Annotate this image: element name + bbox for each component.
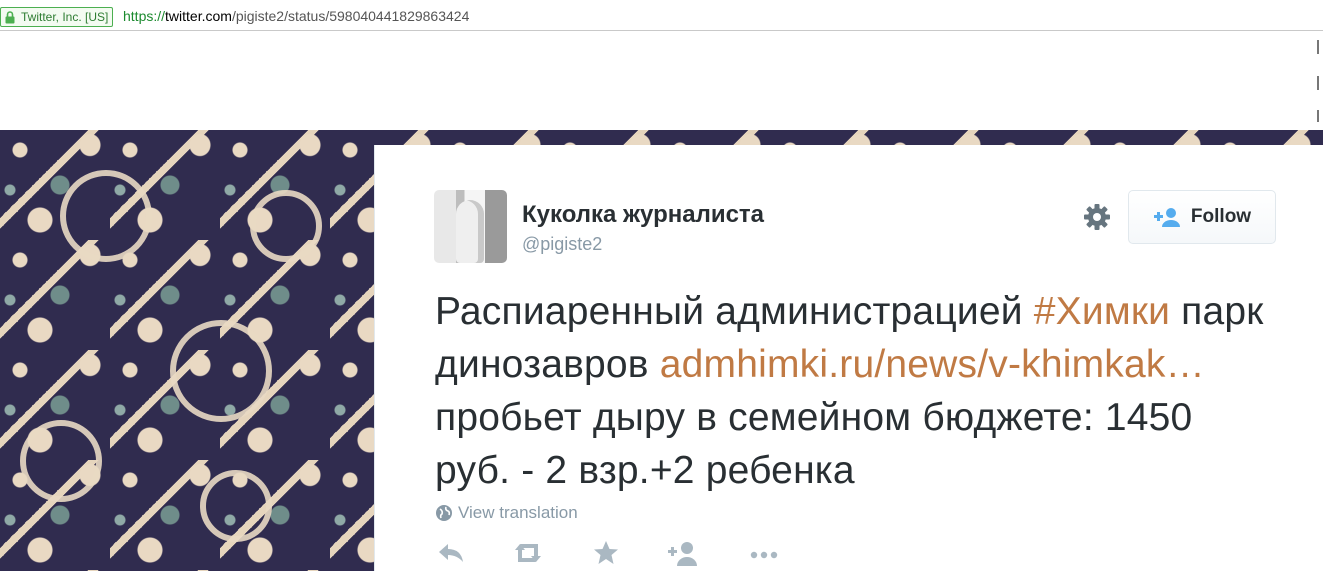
pattern-swirl xyxy=(170,320,272,422)
follow-button[interactable]: Follow xyxy=(1128,190,1276,244)
follow-user-icon xyxy=(1153,208,1180,227)
add-user-icon[interactable] xyxy=(667,540,701,566)
pattern-swirl xyxy=(250,190,322,262)
view-translation-link[interactable]: View translation xyxy=(435,503,578,523)
gear-icon[interactable] xyxy=(1082,202,1112,232)
more-icon[interactable] xyxy=(747,540,781,566)
scrollbar-mark xyxy=(1317,110,1319,122)
avatar-figure xyxy=(456,200,484,263)
pattern-swirl xyxy=(20,420,102,502)
avatar[interactable] xyxy=(434,190,507,263)
address-bar[interactable]: Twitter, Inc. [US] https://twitter.com/p… xyxy=(0,0,1323,31)
tweet-text-part: Распиаренный администрацией xyxy=(435,290,1034,333)
scrollbar-mark xyxy=(1317,76,1319,90)
url-link[interactable]: admhimki.ru/news/v-khimkak… xyxy=(660,343,1205,386)
globe-icon xyxy=(436,505,452,521)
follow-button-label: Follow xyxy=(1190,206,1252,227)
pattern-swirl xyxy=(200,470,272,542)
reply-icon[interactable] xyxy=(435,540,469,566)
tweet-card: Куколка журналиста @pigiste2 Follow Расп… xyxy=(374,145,1323,571)
view-translation-label: View translation xyxy=(458,503,578,522)
security-badge-label: Twitter, Inc. [US] xyxy=(21,10,109,24)
user-handle[interactable]: @pigiste2 xyxy=(522,234,602,255)
url-text[interactable]: https://twitter.com/pigiste2/status/5980… xyxy=(123,8,469,24)
display-name[interactable]: Куколка журналиста xyxy=(522,201,764,229)
url-protocol: https:// xyxy=(123,8,166,24)
star-icon[interactable] xyxy=(589,540,623,566)
pattern-swirl xyxy=(60,170,152,262)
tweet-text-part: пробьет дыру в семейном бюджете: 1450 ру… xyxy=(435,396,1193,492)
tweet-text: Распиаренный администрацией #Химки парк … xyxy=(435,285,1265,497)
url-host: twitter.com xyxy=(165,8,232,24)
retweet-icon[interactable] xyxy=(511,540,545,566)
scrollbar-mark xyxy=(1317,40,1319,54)
hashtag-link[interactable]: #Химки xyxy=(1034,290,1170,333)
security-badge[interactable]: Twitter, Inc. [US] xyxy=(0,7,114,27)
lock-icon xyxy=(5,10,15,23)
url-path: /pigiste2/status/598040441829863424 xyxy=(231,8,470,24)
